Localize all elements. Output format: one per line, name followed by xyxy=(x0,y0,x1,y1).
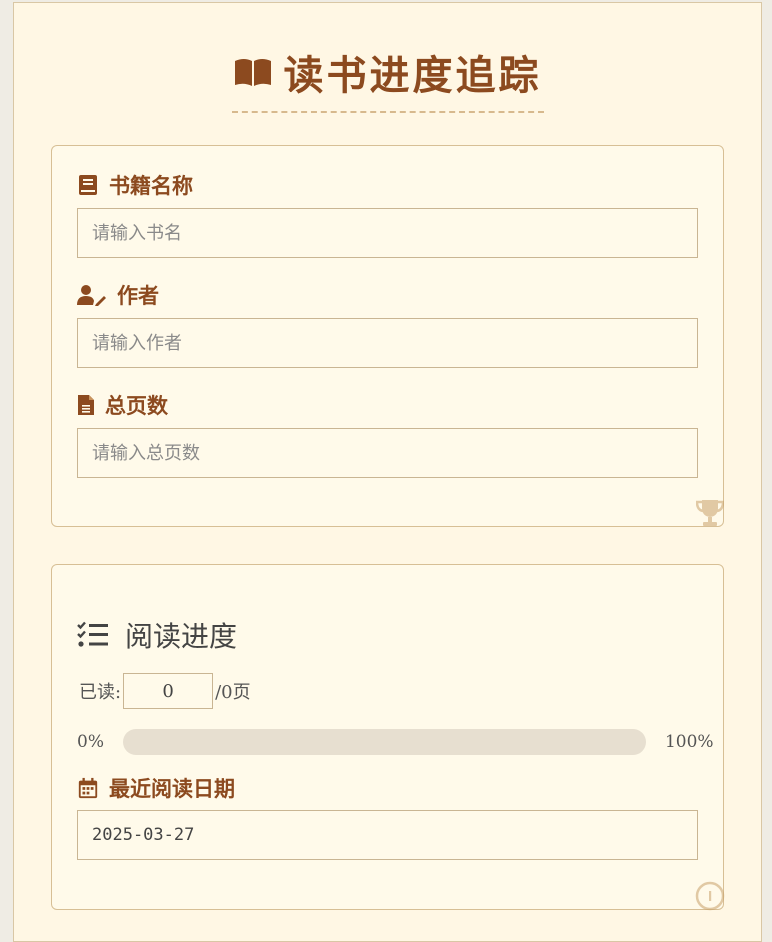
pages-read-label: 已读: xyxy=(79,682,122,703)
page-container: 读书进度追踪 书籍名称 作者 xyxy=(13,2,762,942)
file-icon xyxy=(78,395,94,415)
total-pages-label: 总页数 xyxy=(77,390,168,420)
info-circle-icon xyxy=(695,881,725,911)
calendar-icon xyxy=(78,777,98,799)
user-pen-icon xyxy=(77,285,106,306)
page-title: 读书进度追踪 xyxy=(231,43,544,113)
book-name-input[interactable] xyxy=(77,208,698,258)
book-open-icon xyxy=(234,59,271,86)
trophy-icon xyxy=(696,500,724,526)
page-title-text: 读书进度追踪 xyxy=(283,52,542,99)
progress-bar-row: 0% 100% xyxy=(77,729,714,755)
total-pages-suffix: /0页 xyxy=(215,682,251,703)
last-read-date-label: 最近阅读日期 xyxy=(77,773,235,803)
book-info-card: 书籍名称 作者 总页数 xyxy=(51,145,724,527)
book-icon xyxy=(79,175,97,195)
header: 读书进度追踪 xyxy=(14,43,761,113)
total-pages-input[interactable] xyxy=(77,428,698,478)
progress-card: 阅读进度 已读: /0页 0% 100% xyxy=(51,564,725,911)
author-input[interactable] xyxy=(77,318,698,368)
pages-read-row: 已读: /0页 xyxy=(79,673,251,709)
progress-max-label: 100% xyxy=(664,732,714,752)
pages-read-input[interactable] xyxy=(123,673,214,709)
author-label: 作者 xyxy=(77,280,159,310)
progress-bar xyxy=(122,729,646,755)
progress-title: 阅读进度 xyxy=(77,615,237,655)
progress-min-label: 0% xyxy=(77,732,104,752)
last-read-date-input[interactable] xyxy=(77,810,698,860)
book-name-label: 书籍名称 xyxy=(77,170,193,200)
list-check-icon xyxy=(77,621,108,647)
